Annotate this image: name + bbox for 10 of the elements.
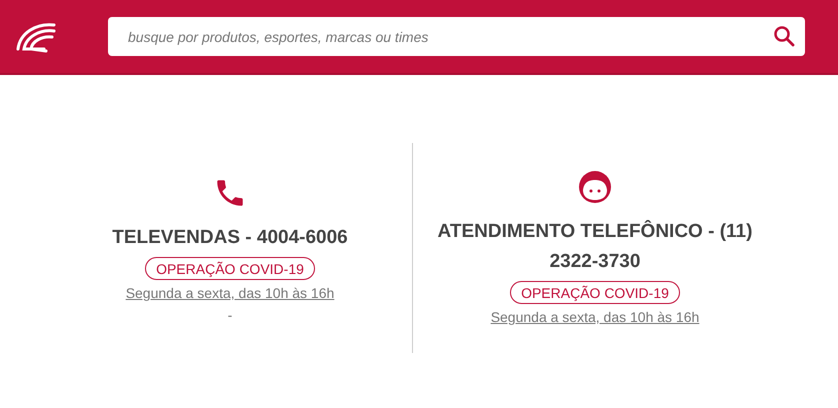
hours-link[interactable]: Segunda a sexta, das 10h às 16h	[126, 285, 334, 301]
covid-badge: OPERAÇÃO COVID-19	[510, 281, 680, 304]
covid-badge: OPERAÇÃO COVID-19	[145, 257, 315, 280]
search-icon[interactable]	[773, 25, 795, 47]
search-field[interactable]: busque por produtos, esportes, marcas ou times	[108, 17, 805, 56]
face-icon	[577, 169, 613, 205]
hours-link[interactable]: Segunda a sexta, das 10h às 16h	[490, 309, 700, 325]
contact-title: ATENDIMENTO TELEFÔNICO - (11) 2322-3730	[436, 219, 754, 274]
contact-title: TELEVENDAS - 4004-6006	[112, 226, 348, 250]
note-text: -	[228, 307, 232, 323]
